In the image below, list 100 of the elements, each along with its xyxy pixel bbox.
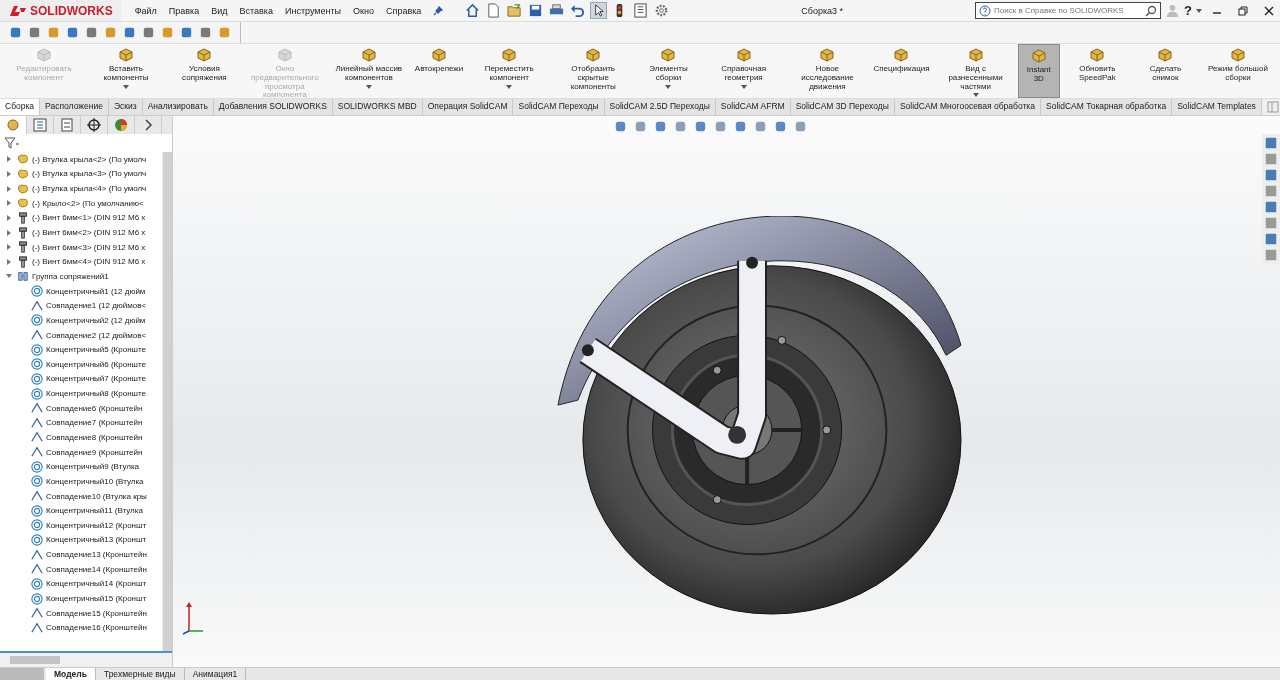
tree-item[interactable]: Концентричный15 (Кроншт xyxy=(46,594,147,604)
command-tab[interactable]: SolidCAM 3D Переходы xyxy=(790,99,895,115)
tree-item[interactable]: Совпадение7 (Кронштейн xyxy=(46,418,143,428)
tree-item[interactable]: (-) Втулка крыла<4> (По умолч xyxy=(32,184,147,194)
task-pane-icon[interactable] xyxy=(1264,136,1278,150)
expand-arrow-icon[interactable] xyxy=(6,185,12,192)
tree-item[interactable]: Концентричный14 (Кроншт xyxy=(46,579,147,589)
tile-left-icon[interactable] xyxy=(1266,101,1279,113)
menu-item[interactable]: Вид xyxy=(211,5,228,16)
command-tab[interactable]: Добавления SOLIDWORKS xyxy=(213,99,333,115)
toolbar-icon[interactable] xyxy=(217,25,232,40)
help-button[interactable]: ? xyxy=(1184,3,1192,18)
tree-item[interactable]: Концентричный13 (Кроншт xyxy=(46,535,147,545)
home-icon[interactable] xyxy=(465,3,481,18)
toolbar-icon[interactable] xyxy=(103,25,118,40)
tree-item[interactable]: Концентричный6 (Кронште xyxy=(46,359,147,369)
menu-item[interactable]: Вставка xyxy=(239,5,273,16)
view-tool-icon[interactable] xyxy=(793,119,808,134)
ribbon-button[interactable]: Сделать снимок xyxy=(1134,44,1196,98)
tree-item[interactable]: (-) Винт 6мм<4> (DIN 912 M6 x xyxy=(32,257,146,267)
tree-item[interactable]: Концентричный2 (12 дюйм xyxy=(46,315,146,325)
task-pane-icon[interactable] xyxy=(1264,168,1278,182)
tree-item[interactable]: Совпадение15 (Кронштейн xyxy=(46,608,147,618)
ribbon-button[interactable]: Режим большой сборки xyxy=(1195,44,1280,98)
caret-icon[interactable] xyxy=(1196,8,1202,13)
ribbon-button[interactable]: Спецификация xyxy=(869,44,934,98)
expand-arrow-icon[interactable] xyxy=(6,200,12,207)
search-input[interactable]: Поиск в Справке по SOLIDWORKS xyxy=(994,6,1143,15)
toolbar-icon[interactable] xyxy=(27,25,42,40)
tree-item[interactable]: Совпадение8 (Кронштейн xyxy=(46,433,143,442)
model-tab[interactable]: Анимация1 xyxy=(184,668,247,680)
tree-item[interactable]: Концентричный10 (Втулка xyxy=(46,476,144,486)
command-tab[interactable]: SolidCAM 2.5D Переходы xyxy=(604,99,716,115)
caret-icon[interactable] xyxy=(740,84,747,89)
filter-icon[interactable] xyxy=(4,137,20,149)
tree-item[interactable]: (-) Втулка крыла<2> (По умолч xyxy=(32,154,147,164)
tree-item[interactable]: Совпадение16 (Кронштейн xyxy=(46,623,147,633)
toolbar-icon[interactable] xyxy=(122,25,137,40)
close-icon[interactable] xyxy=(1263,4,1275,17)
tree-item[interactable]: Совпадение1 (12 дюймов< xyxy=(46,301,147,311)
task-pane-icon[interactable] xyxy=(1264,216,1278,230)
ribbon-button[interactable]: Переместить компонент xyxy=(467,44,552,98)
save-icon[interactable] xyxy=(528,3,544,18)
model-tab[interactable]: Модель xyxy=(46,668,96,680)
tree-item[interactable]: Концентричный9 (Втулка xyxy=(46,462,140,472)
ribbon-button[interactable]: Обновить SpeedPak xyxy=(1059,44,1135,98)
command-tab[interactable]: Сборка xyxy=(0,99,41,115)
tree-item[interactable]: Совпадение13 (Кронштейн xyxy=(46,550,147,560)
ribbon-button[interactable]: Вставить компоненты xyxy=(86,44,166,98)
menu-item[interactable]: Справка xyxy=(386,5,422,16)
tree-item[interactable]: Совпадение6 (Кронштейн xyxy=(46,403,143,413)
toolbar-icon[interactable] xyxy=(179,25,194,40)
caret-icon[interactable] xyxy=(506,84,513,89)
expand-arrow-icon[interactable] xyxy=(6,156,12,163)
command-tab[interactable]: SolidCAM Токарная обработка xyxy=(1041,99,1173,115)
expand-arrow-icon[interactable] xyxy=(6,258,12,265)
toolbar-icon[interactable] xyxy=(46,25,61,40)
menu-item[interactable]: Окно xyxy=(353,5,374,16)
view-tool-icon[interactable] xyxy=(693,119,708,134)
ribbon-button[interactable]: Элементы сборки xyxy=(635,44,702,98)
open-folder-icon[interactable] xyxy=(507,3,523,18)
tree-item[interactable]: Концентричный11 (Втулка xyxy=(46,506,143,516)
command-tab[interactable]: Эскиз xyxy=(108,99,143,115)
command-tab[interactable]: SolidCAM Переходы xyxy=(513,99,605,115)
expand-arrow-icon[interactable] xyxy=(6,273,12,280)
expand-arrow-icon[interactable] xyxy=(6,244,12,251)
expand-arrow-icon[interactable] xyxy=(6,229,12,236)
caret-icon[interactable] xyxy=(365,84,372,89)
select-cursor-icon[interactable] xyxy=(591,3,607,18)
new-document-icon[interactable] xyxy=(486,3,502,18)
menu-item[interactable]: Инструменты xyxy=(284,5,342,16)
toolbar-icon[interactable] xyxy=(198,25,213,40)
command-tab[interactable]: SOLIDWORKS MBD xyxy=(332,99,423,115)
command-tab[interactable]: SolidCAM Многоосевая обработка xyxy=(894,99,1041,115)
ribbon-button[interactable]: Автокрепежи xyxy=(410,44,468,98)
view-tool-icon[interactable] xyxy=(633,119,648,134)
task-pane-icon[interactable] xyxy=(1264,200,1278,214)
tree-item[interactable]: (-) Крыло<2> (По умолчанию< xyxy=(32,198,144,208)
view-tool-icon[interactable] xyxy=(673,119,688,134)
tree-item[interactable]: Совпадение14 (Кронштейн xyxy=(46,564,147,574)
restore-icon[interactable] xyxy=(1237,4,1249,17)
file-properties-icon[interactable] xyxy=(633,3,649,18)
ribbon-button[interactable]: Условия сопряжения xyxy=(166,44,243,98)
tree-item[interactable]: Совпадение9 (Кронштейн xyxy=(46,447,143,457)
ribbon-button[interactable]: Справочная геометрия xyxy=(701,44,786,98)
ribbon-button[interactable]: Вид с разнесенными частями xyxy=(933,44,1018,98)
tree-item[interactable]: Концентричный1 (12 дюйм xyxy=(46,286,146,296)
command-tab[interactable]: SolidCAM AFRM xyxy=(715,99,791,115)
menu-item[interactable]: Файл xyxy=(134,5,157,16)
tree-item[interactable]: (-) Винт 6мм<1> (DIN 912 M6 x xyxy=(32,213,146,223)
view-tool-icon[interactable] xyxy=(773,119,788,134)
search-field[interactable]: Поиск в Справке по SOLIDWORKS xyxy=(975,2,1162,19)
tree-item[interactable]: Концентричный12 (Кроншт xyxy=(46,520,147,530)
toolbar-icon[interactable] xyxy=(141,25,156,40)
tree-item[interactable]: Концентричный8 (Кронште xyxy=(46,389,147,399)
menu-item[interactable]: Правка xyxy=(168,5,200,16)
tree-item[interactable]: Концентричный7 (Кронште xyxy=(46,374,147,384)
expand-arrow-icon[interactable] xyxy=(6,214,12,221)
tree-item[interactable]: Группа сопряжений1 xyxy=(32,271,109,281)
command-tab[interactable]: Операция SolidCAM xyxy=(422,99,514,115)
